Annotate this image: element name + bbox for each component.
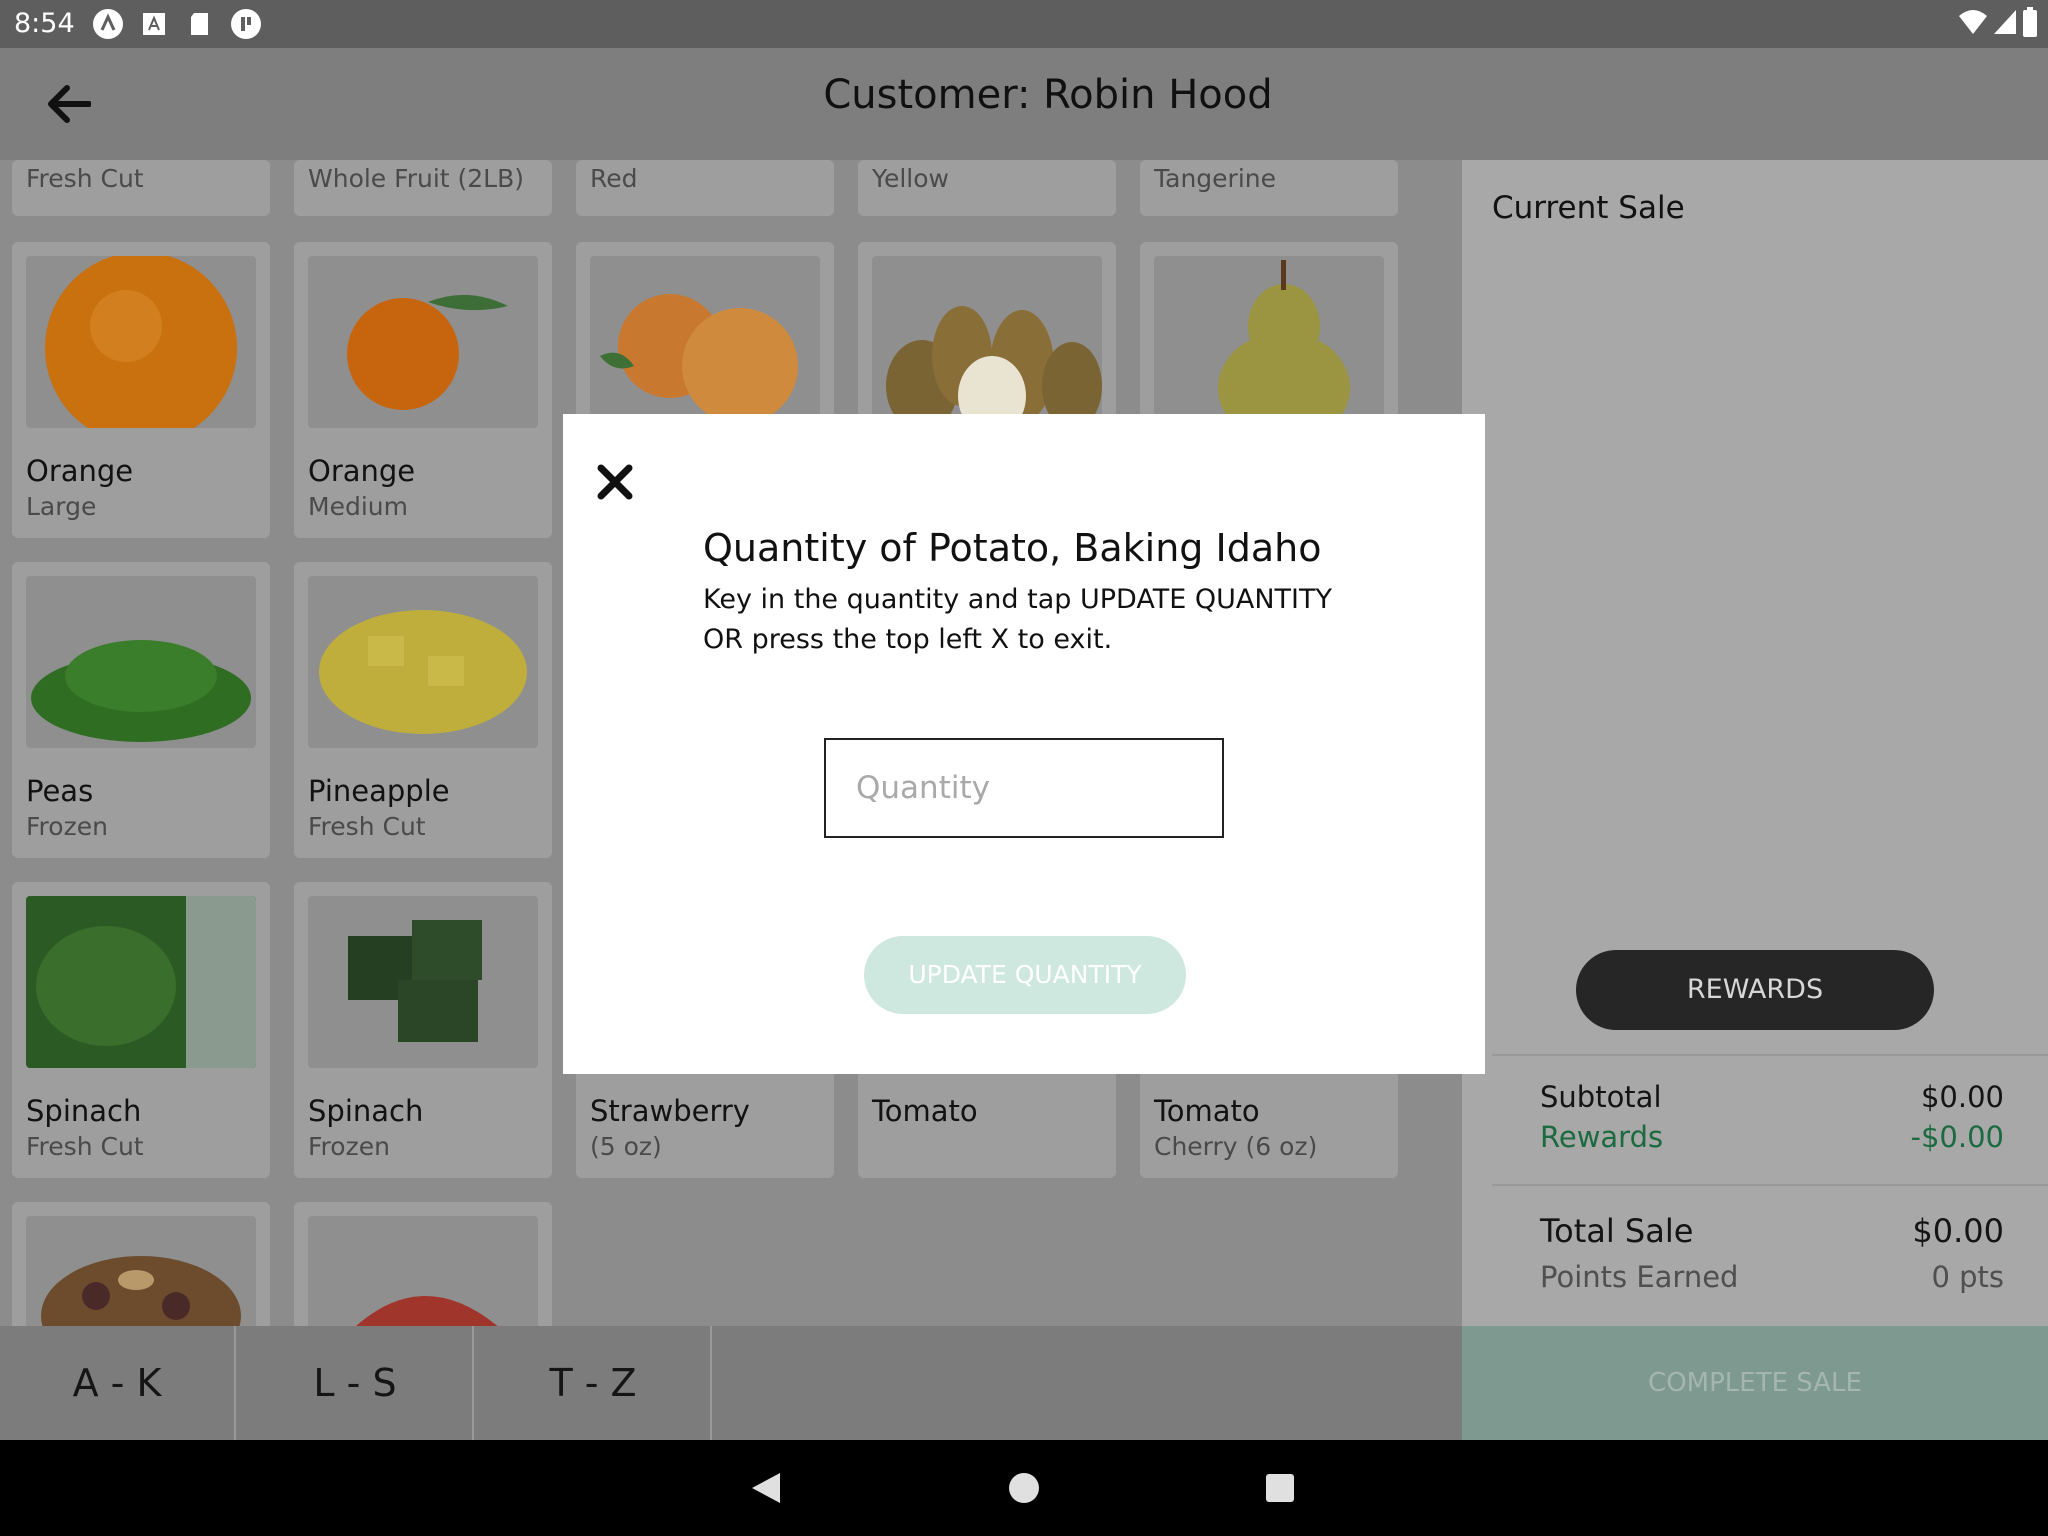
update-quantity-button[interactable]: UPDATE QUANTITY [864, 936, 1186, 1014]
product-card[interactable]: Whole Fruit (2LB) [294, 160, 552, 216]
product-subtitle: Cherry (6 oz) [1154, 1132, 1318, 1161]
tab-t-z[interactable]: T - Z [476, 1326, 712, 1440]
product-card-spinach-frozen[interactable]: Spinach Frozen [294, 882, 552, 1178]
product-subtitle: Whole Fruit (2LB) [308, 164, 525, 193]
product-card-peas[interactable]: Peas Frozen [12, 562, 270, 858]
product-subtitle: Frozen [26, 812, 108, 841]
clover-icon [230, 8, 262, 40]
circle-home-icon [1009, 1473, 1039, 1503]
product-name: Spinach [308, 1094, 424, 1128]
rewards-button[interactable]: REWARDS [1576, 950, 1934, 1030]
product-name: Tomato [1154, 1094, 1260, 1128]
alphabet-tabs: A - K L - S T - Z [0, 1326, 1462, 1440]
nav-recents-button[interactable] [1260, 1468, 1300, 1508]
current-sale-title: Current Sale [1492, 190, 1685, 226]
points-earned-label: Points Earned [1540, 1260, 1739, 1294]
sd-card-icon [184, 8, 216, 40]
total-sale-value: $0.00 [1912, 1212, 2004, 1250]
divider [1492, 1184, 2048, 1186]
pears-image [872, 256, 1102, 428]
product-subtitle: Frozen [308, 1132, 390, 1161]
spinach-image [26, 896, 256, 1068]
close-button[interactable] [593, 460, 637, 504]
triangle-back-icon [752, 1473, 780, 1503]
current-sale-panel: Current Sale REWARDS Subtotal $0.00 Rewa… [1462, 160, 2048, 1440]
pineapple-image [308, 576, 538, 748]
system-nav-bar [0, 1440, 2048, 1536]
product-card-pineapple[interactable]: Pineapple Fresh Cut [294, 562, 552, 858]
signal-icon [1992, 8, 2018, 40]
pear-image [1154, 256, 1384, 428]
product-subtitle: Red [590, 164, 638, 193]
product-name: Strawberry [590, 1094, 750, 1128]
points-earned-value: 0 pts [1931, 1260, 2004, 1294]
nav-back-button[interactable] [746, 1468, 786, 1508]
complete-sale-button[interactable]: COMPLETE SALE [1462, 1326, 2048, 1440]
app-notification-icon [92, 8, 124, 40]
peach-image [590, 256, 820, 428]
battery-icon [2022, 7, 2038, 41]
square-recents-icon [1266, 1474, 1294, 1502]
tangerine-image [308, 256, 538, 428]
frozen-spinach-image [308, 896, 538, 1068]
divider [1492, 1054, 2048, 1056]
rewards-label: Rewards [1540, 1120, 1664, 1154]
notification-icons [92, 8, 262, 40]
tab-l-s[interactable]: L - S [238, 1326, 474, 1440]
system-icons [1958, 7, 2038, 41]
peas-image [26, 576, 256, 748]
total-sale-label: Total Sale [1540, 1212, 1694, 1250]
dialog-instruction-line-1: Key in the quantity and tap UPDATE QUANT… [703, 584, 1332, 615]
subtotal-value: $0.00 [1920, 1080, 2004, 1114]
status-bar: 8:54 [0, 0, 2048, 48]
product-name: Orange [26, 454, 134, 488]
rewards-value: -$0.00 [1910, 1120, 2005, 1154]
font-icon [138, 8, 170, 40]
nav-home-button[interactable] [1004, 1468, 1044, 1508]
product-subtitle: Fresh Cut [26, 1132, 144, 1161]
status-time: 8:54 [14, 8, 75, 39]
product-card[interactable]: Fresh Cut [12, 160, 270, 216]
product-name: Peas [26, 774, 94, 808]
product-card-orange-medium[interactable]: Orange Medium [294, 242, 552, 538]
orange-image [26, 256, 256, 428]
wifi-icon [1958, 8, 1988, 40]
product-card[interactable]: Red [576, 160, 834, 216]
product-card-trail-mix[interactable] [12, 1202, 270, 1326]
tab-a-k[interactable]: A - K [0, 1326, 236, 1440]
product-card-spinach-fresh[interactable]: Spinach Fresh Cut [12, 882, 270, 1178]
trail-mix-image [26, 1216, 256, 1326]
product-subtitle: Large [26, 492, 97, 521]
product-subtitle: (5 oz) [590, 1132, 662, 1161]
product-subtitle: Yellow [872, 164, 949, 193]
product-subtitle: Fresh Cut [26, 164, 144, 193]
product-card[interactable]: Tangerine [1140, 160, 1398, 216]
dialog-title: Quantity of Potato, Baking Idaho [703, 526, 1322, 570]
close-icon [597, 464, 633, 500]
product-name: Spinach [26, 1094, 142, 1128]
product-subtitle: Tangerine [1154, 164, 1276, 193]
page-title: Customer: Robin Hood [823, 72, 1273, 118]
quantity-dialog: Quantity of Potato, Baking Idaho Key in … [563, 414, 1485, 1074]
product-subtitle: Fresh Cut [308, 812, 426, 841]
product-card-orange-large[interactable]: Orange Large [12, 242, 270, 538]
app-header: Customer: Robin Hood [0, 48, 2048, 160]
product-name: Pineapple [308, 774, 450, 808]
quantity-input[interactable] [824, 738, 1224, 838]
product-name: Orange [308, 454, 416, 488]
watermelon-image [308, 1216, 538, 1326]
product-subtitle: Medium [308, 492, 408, 521]
dialog-instruction-line-2: OR press the top left X to exit. [703, 624, 1113, 655]
subtotal-label: Subtotal [1540, 1080, 1662, 1114]
product-card-watermelon[interactable] [294, 1202, 552, 1326]
product-card[interactable]: Yellow [858, 160, 1116, 216]
product-name: Tomato [872, 1094, 978, 1128]
